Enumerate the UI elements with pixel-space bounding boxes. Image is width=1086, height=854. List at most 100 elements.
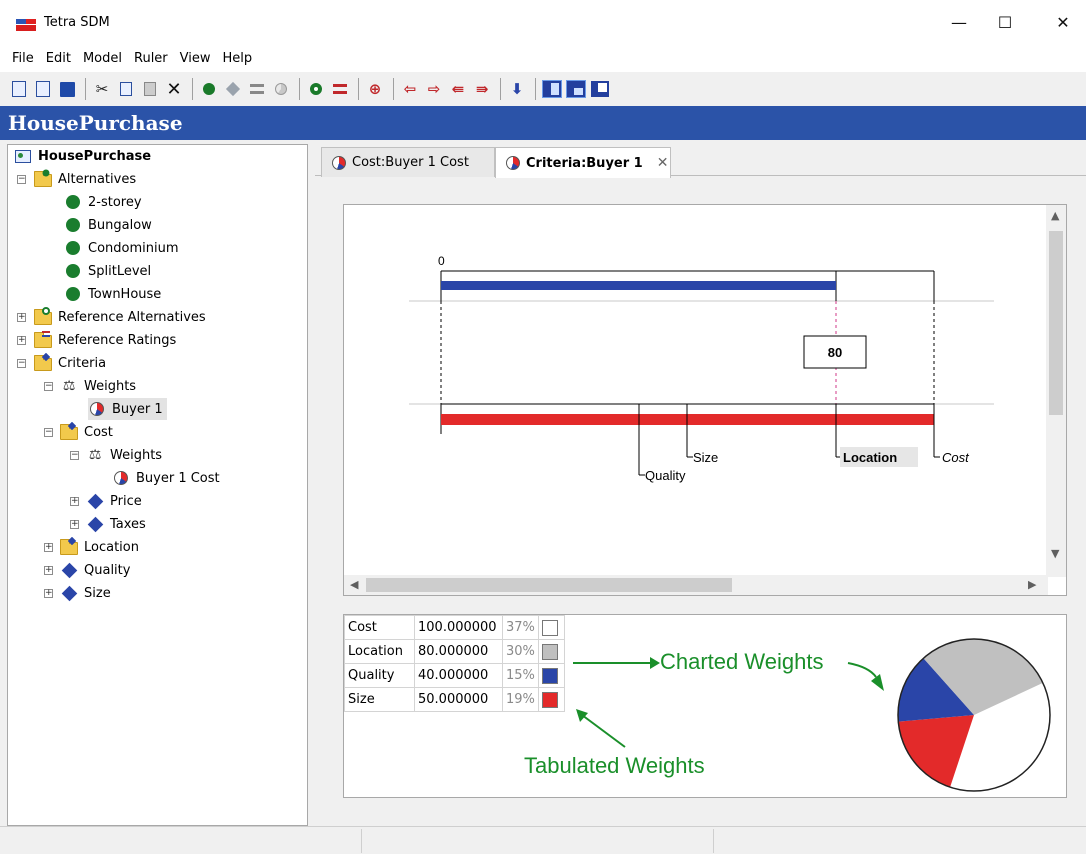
tree-item-alternative[interactable]: SplitLevel <box>64 260 151 282</box>
model-title: HousePurchase <box>8 111 183 135</box>
add-child-button[interactable]: ⊕ <box>364 78 386 100</box>
move-right-button[interactable]: ⇨ <box>423 78 445 100</box>
scroll-right-icon[interactable]: ▶ <box>1028 578 1036 591</box>
menu-view[interactable]: View <box>174 51 217 66</box>
layout-left-button[interactable] <box>541 78 563 100</box>
menu-model[interactable]: Model <box>77 51 128 66</box>
merge-button[interactable]: ⬇ <box>506 78 528 100</box>
pie-weights-icon <box>332 155 346 170</box>
menu-edit[interactable]: Edit <box>40 51 77 66</box>
expand-toggle[interactable]: + <box>44 589 53 598</box>
horizontal-scrollbar[interactable]: ◀ ▶ <box>344 575 1048 595</box>
tab-label: Cost:Buyer 1 Cost <box>352 155 469 170</box>
expand-toggle[interactable]: + <box>44 543 53 552</box>
tree-item-location[interactable]: Location <box>60 536 139 558</box>
tree-item-criteria[interactable]: Criteria <box>34 352 106 374</box>
copy-button[interactable] <box>115 78 137 100</box>
minimize-button[interactable]: — <box>936 0 982 44</box>
tree-item-quality[interactable]: Quality <box>60 559 130 581</box>
tree-item-buyer1[interactable]: Buyer 1 <box>88 398 167 420</box>
scroll-left-icon[interactable]: ◀ <box>350 578 358 591</box>
tab-cost-buyer1-cost[interactable]: Cost:Buyer 1 Cost <box>321 147 495 177</box>
demote-icon: ⇛ <box>475 80 489 98</box>
tree-item-alternative[interactable]: Condominium <box>64 237 179 259</box>
menu-bar: File Edit Model Ruler View Help <box>0 44 1086 72</box>
open-model-icon <box>36 81 50 97</box>
tree-item-cost-weights[interactable]: ⚖ Weights <box>86 444 162 466</box>
menu-help[interactable]: Help <box>217 51 259 66</box>
tree-item-label: Alternatives <box>58 171 137 187</box>
tree-item-root[interactable]: HousePurchase <box>14 145 151 167</box>
document-area: Cost:Buyer 1 Cost Criteria:Buyer 1 ✕ 0 8… <box>315 144 1086 826</box>
collapse-toggle[interactable]: − <box>44 382 53 391</box>
vertical-scroll-thumb[interactable] <box>1049 231 1063 415</box>
reference-rating-button[interactable] <box>329 78 351 100</box>
tree-item-price[interactable]: Price <box>86 490 142 512</box>
toolbar-separator <box>535 78 536 100</box>
ring-icon <box>310 83 322 95</box>
expand-toggle[interactable]: + <box>70 497 79 506</box>
location-weight-bar[interactable] <box>441 281 836 290</box>
tree-item-reference-ratings[interactable]: Reference Ratings <box>34 329 176 351</box>
tree-item-label: Taxes <box>110 516 146 532</box>
move-left-button[interactable]: ⇦ <box>399 78 421 100</box>
collapse-toggle[interactable]: − <box>17 359 26 368</box>
demote-button[interactable]: ⇛ <box>471 78 493 100</box>
layout-top-button[interactable] <box>565 78 587 100</box>
add-alternative-button[interactable] <box>198 78 220 100</box>
paste-button[interactable] <box>139 78 161 100</box>
tree-item-alternative[interactable]: 2-storey <box>64 191 142 213</box>
maximize-button[interactable]: ☐ <box>982 0 1028 44</box>
scroll-up-icon[interactable]: ▲ <box>1051 209 1059 222</box>
menu-file[interactable]: File <box>6 51 40 66</box>
tree-item-alternatives[interactable]: Alternatives <box>34 168 136 190</box>
layout-bottom-icon <box>591 81 609 97</box>
tree-item-size[interactable]: Size <box>60 582 111 604</box>
tree-item-cost[interactable]: Cost <box>60 421 113 443</box>
tree-item-weights[interactable]: ⚖ Weights <box>60 375 136 397</box>
tree-item-label: Condominium <box>88 240 179 256</box>
collapse-toggle[interactable]: − <box>70 451 79 460</box>
tree-item-reference-alternatives[interactable]: Reference Alternatives <box>34 306 206 328</box>
criterion-icon <box>60 562 78 578</box>
tab-close-icon[interactable]: ✕ <box>657 155 669 171</box>
tree-item-taxes[interactable]: Taxes <box>86 513 146 535</box>
delete-button[interactable]: ✕ <box>163 78 185 100</box>
diamond-icon <box>225 81 241 97</box>
new-model-button[interactable] <box>8 78 30 100</box>
save-button[interactable] <box>56 78 78 100</box>
vertical-scrollbar[interactable]: ▲ ▼ <box>1046 205 1066 577</box>
tree-item-alternative[interactable]: Bungalow <box>64 214 152 236</box>
horizontal-scroll-thumb[interactable] <box>366 578 732 592</box>
expand-toggle[interactable]: + <box>44 566 53 575</box>
status-cell <box>362 829 714 853</box>
merge-icon: ⬇ <box>510 80 524 98</box>
collapse-toggle[interactable]: − <box>44 428 53 437</box>
menu-ruler[interactable]: Ruler <box>128 51 174 66</box>
scroll-down-icon[interactable]: ▼ <box>1051 547 1059 560</box>
expand-toggle[interactable]: + <box>17 336 26 345</box>
new-model-icon <box>12 81 26 97</box>
add-ratings-button[interactable] <box>246 78 268 100</box>
tree-item-label: Bungalow <box>88 217 152 233</box>
reference-alternative-button[interactable] <box>305 78 327 100</box>
add-criterion-button[interactable] <box>222 78 244 100</box>
promote-button[interactable]: ⇚ <box>447 78 469 100</box>
cut-button[interactable]: ✂ <box>91 78 113 100</box>
folder-icon <box>34 169 52 187</box>
expand-toggle[interactable]: + <box>17 313 26 322</box>
collapse-toggle[interactable]: − <box>17 175 26 184</box>
tree-item-alternative[interactable]: TownHouse <box>64 283 161 305</box>
open-model-button[interactable] <box>32 78 54 100</box>
add-weights-button[interactable] <box>270 78 292 100</box>
close-button[interactable]: ✕ <box>1040 0 1086 44</box>
expand-toggle[interactable]: + <box>70 520 79 529</box>
arrow-right-icon: ⇨ <box>427 80 441 98</box>
tab-criteria-buyer1[interactable]: Criteria:Buyer 1 ✕ <box>495 147 671 178</box>
tree-item-label: Quality <box>84 562 131 578</box>
tree-item-buyer1-cost[interactable]: Buyer 1 Cost <box>112 467 220 489</box>
alternative-icon <box>64 286 82 302</box>
folder-icon <box>60 421 78 440</box>
copy-icon <box>120 82 132 96</box>
layout-bottom-button[interactable] <box>589 78 611 100</box>
